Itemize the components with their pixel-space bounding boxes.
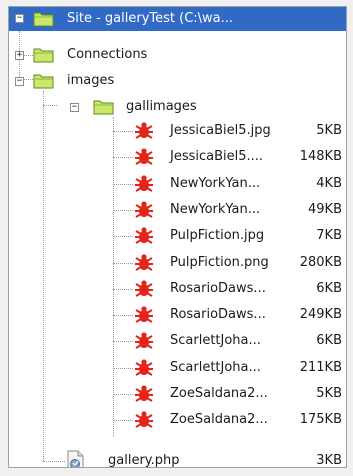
site-label: Site - galleryTest (C:\wa... [67, 11, 234, 26]
list-item[interactable]: PulpFiction.jpg 7KB [9, 224, 346, 248]
connections-label: Connections [67, 47, 148, 62]
file-size: 5KB [316, 386, 342, 401]
file-size: 4KB [316, 175, 342, 191]
image-file-icon [133, 409, 155, 431]
tree-item-images[interactable]: − images [9, 69, 346, 93]
file-size: 211KB [299, 359, 342, 375]
file-name: PulpFiction.jpg [170, 228, 265, 244]
list-item[interactable]: NewYorkYan... 49KB [9, 198, 346, 222]
file-name: ZoeSaldana2... [170, 412, 268, 428]
file-size: 3KB [316, 453, 342, 468]
tree-connector [113, 367, 133, 369]
tree-connector [113, 236, 133, 238]
folder-icon [33, 12, 54, 27]
file-name: ScarlettJoha... [170, 333, 261, 349]
list-item[interactable]: RosarioDaws... 249KB [9, 303, 346, 327]
file-name: NewYorkYan... [170, 175, 261, 191]
image-file-icon [133, 357, 155, 379]
file-name: PulpFiction.png [170, 254, 269, 270]
image-file-icon [133, 252, 155, 274]
image-file-icon [133, 304, 155, 326]
tree-connector [113, 288, 133, 290]
tree-connector [113, 131, 133, 132]
list-item[interactable]: JessicaBiel5.jpg 5KB [9, 119, 346, 143]
file-size: 148KB [299, 149, 342, 165]
list-item[interactable]: ZoeSaldana2... 175KB [9, 408, 346, 432]
list-item[interactable]: ZoeSaldana2... 5KB [9, 382, 346, 406]
file-name: NewYorkYan... [170, 201, 261, 217]
tree-connector [113, 183, 133, 185]
image-file-icon [133, 383, 155, 405]
files-panel: − Site - galleryTest (C:\wa... + Connect… [8, 6, 347, 468]
list-item[interactable]: NewYorkYan... 4KB [9, 172, 346, 196]
file-size: 6KB [316, 333, 342, 349]
image-file-icon [133, 120, 155, 142]
folder-icon [93, 100, 114, 115]
tree-connector [113, 315, 133, 317]
php-file-icon [67, 450, 84, 467]
tree-connector [113, 209, 133, 211]
file-size: 175KB [299, 412, 342, 428]
folder-icon [33, 48, 54, 63]
tree-connector [113, 394, 133, 395]
image-file-icon [133, 278, 155, 300]
tree-connector [113, 262, 133, 264]
tree-connector [113, 157, 133, 159]
folder-icon [33, 74, 54, 89]
list-item[interactable]: JessicaBiel5.... 148KB [9, 145, 346, 169]
images-label: images [67, 73, 115, 88]
collapse-icon[interactable]: − [15, 14, 24, 23]
file-name: ZoeSaldana2... [170, 386, 268, 401]
gallimages-label: gallimages [126, 99, 197, 114]
collapse-icon[interactable]: − [70, 103, 79, 112]
tree-item-gallery-php[interactable]: gallery.php 3KB [9, 449, 346, 468]
image-file-icon [133, 225, 155, 247]
image-file-icon [133, 146, 155, 168]
file-size: 280KB [299, 254, 342, 270]
tree-item-gallimages[interactable]: − gallimages [9, 95, 346, 119]
file-size: 249KB [299, 307, 342, 323]
tree-connector [113, 420, 133, 422]
file-name: JessicaBiel5.jpg [170, 123, 271, 138]
file-name: ScarlettJoha... [170, 359, 261, 375]
gallery-php-label: gallery.php [108, 453, 180, 468]
image-file-icon [133, 199, 155, 221]
list-item[interactable]: ScarlettJoha... 211KB [9, 356, 346, 380]
expand-icon[interactable]: + [15, 51, 24, 60]
file-size: 5KB [316, 123, 342, 138]
image-file-icon [133, 173, 155, 195]
tree-connector [113, 341, 133, 343]
list-item[interactable]: RosarioDaws... 6KB [9, 277, 346, 301]
file-size: 6KB [316, 280, 342, 296]
file-name: RosarioDaws... [170, 307, 266, 323]
tree-item-connections[interactable]: + Connections [9, 43, 346, 67]
file-size: 7KB [316, 228, 342, 244]
image-file-icon [133, 330, 155, 352]
file-name: RosarioDaws... [170, 280, 266, 296]
list-item[interactable]: ScarlettJoha... 6KB [9, 329, 346, 353]
file-size: 49KB [308, 201, 342, 217]
file-name: JessicaBiel5.... [170, 149, 264, 165]
list-item[interactable]: PulpFiction.png 280KB [9, 251, 346, 275]
collapse-icon[interactable]: − [15, 77, 24, 86]
tree-root-site[interactable]: − Site - galleryTest (C:\wa... [9, 7, 346, 31]
